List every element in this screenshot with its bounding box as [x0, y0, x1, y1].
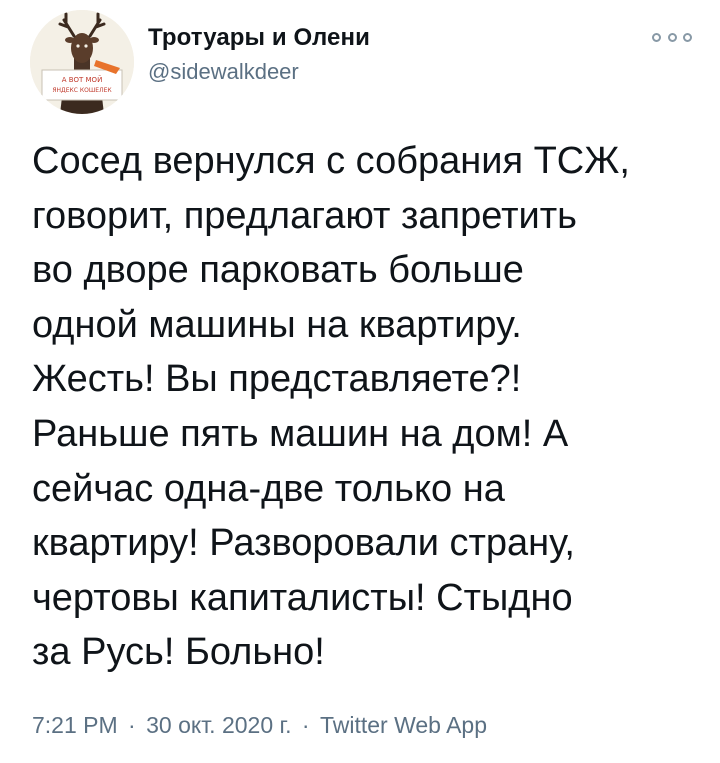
tweet-text-line: во дворе парковать больше	[32, 249, 524, 292]
tweet-text-line: квартиру! Разворовали страну,	[32, 522, 575, 565]
tweet-text-line: за Русь! Больно!	[32, 631, 325, 674]
tweet-text-line: говорит, предлагают запретить	[32, 194, 577, 237]
meta-separator: ·	[128, 712, 136, 738]
tweet-date-link[interactable]: 30 окт. 2020 г.	[146, 712, 291, 738]
tweet-source-link[interactable]: Twitter Web App	[320, 712, 487, 738]
tweet-text: Сосед вернулся с собрания ТСЖ, говорит, …	[32, 134, 712, 680]
avatar-sign-line-2: ЯНДЕКС КОШЕЛЕК	[52, 87, 112, 94]
more-options-dot-icon	[683, 32, 692, 42]
avatar-sign-line-1: А ВОТ МОЙ	[62, 75, 103, 84]
author-handle[interactable]: @sidewalkdeer	[148, 59, 299, 85]
tweet-time-link[interactable]: 7:21 PM	[32, 712, 118, 738]
tweet-text-line: Жесть! Вы представляете?!	[32, 358, 522, 401]
tweet-text-line: чертовы капиталисты! Стыдно	[32, 576, 573, 619]
more-options-dot-icon	[667, 32, 677, 42]
tweet-text-line: Раньше пять машин на дом! А	[32, 412, 569, 455]
more-options-dot-icon	[652, 32, 661, 42]
tweet-text-line: сейчас одна-две только на	[32, 467, 505, 510]
more-options-button[interactable]	[652, 28, 692, 46]
deer-avatar-icon: А ВОТ МОЙ ЯНДЕКС КОШЕЛЕК	[30, 10, 134, 114]
tweet-card: А ВОТ МОЙ ЯНДЕКС КОШЕЛЕК Тротуары и Олен…	[0, 0, 720, 763]
author-avatar[interactable]: А ВОТ МОЙ ЯНДЕКС КОШЕЛЕК	[30, 10, 134, 114]
tweet-meta: 7:21 PM · 30 окт. 2020 г. · Twitter Web …	[32, 712, 487, 739]
tweet-text-line: одной машины на квартиру.	[32, 303, 522, 346]
tweet-text-line: Сосед вернулся с собрания ТСЖ,	[32, 140, 630, 182]
author-display-name[interactable]: Тротуары и Олени	[148, 24, 370, 52]
meta-separator: ·	[301, 712, 310, 738]
